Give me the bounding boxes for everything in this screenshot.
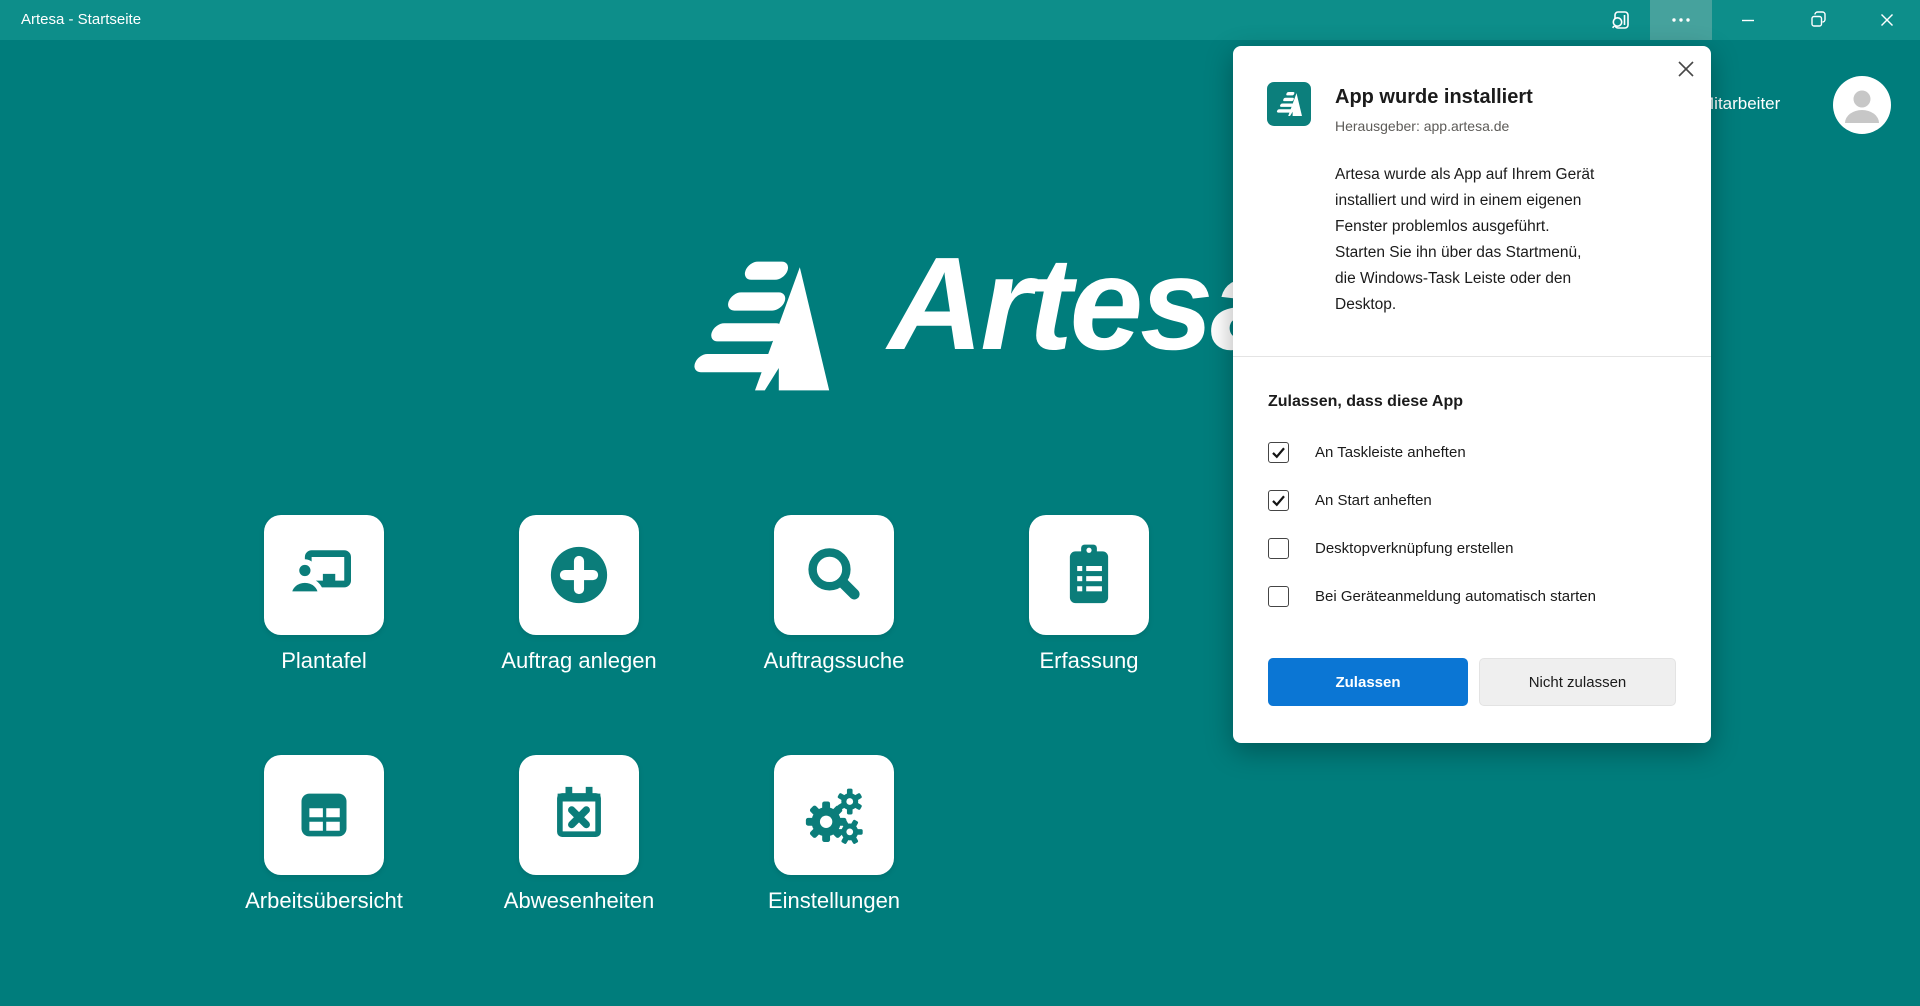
add-circle-icon xyxy=(543,539,615,611)
avatar[interactable] xyxy=(1833,76,1891,134)
dialog-section-heading: Zulassen, dass diese App xyxy=(1268,393,1463,411)
option-autostart[interactable]: Bei Geräteanmeldung automatisch starten xyxy=(1268,581,1596,611)
option-label: Desktopverknüpfung erstellen xyxy=(1315,540,1513,557)
dialog-publisher: Herausgeber: app.artesa.de xyxy=(1335,118,1533,134)
minimize-icon xyxy=(1736,8,1760,32)
tile-auftragssuche-button[interactable] xyxy=(774,515,894,635)
close-icon xyxy=(1676,59,1696,79)
restore-icon xyxy=(1806,8,1830,32)
tile-erfassung: Erfassung xyxy=(969,515,1209,674)
deny-button[interactable]: Nicht zulassen xyxy=(1479,658,1676,706)
tile-einstellungen-button[interactable] xyxy=(774,755,894,875)
checkbox[interactable] xyxy=(1268,538,1289,559)
app-window: Artesa - Startseite xyxy=(0,0,1920,1006)
checkbox[interactable] xyxy=(1268,490,1289,511)
app-installed-dialog: App wurde installiert Herausgeber: app.a… xyxy=(1233,46,1711,743)
person-icon xyxy=(1833,76,1891,134)
checkbox[interactable] xyxy=(1268,586,1289,607)
allow-button[interactable]: Zulassen xyxy=(1268,658,1468,706)
tile-plantafel-button[interactable] xyxy=(264,515,384,635)
checkmark-icon xyxy=(1270,444,1287,461)
option-desktop-shortcut[interactable]: Desktopverknüpfung erstellen xyxy=(1268,533,1596,563)
search-in-app-icon xyxy=(1607,7,1633,33)
option-pin-start[interactable]: An Start anheften xyxy=(1268,485,1596,515)
calendar-x-icon xyxy=(543,779,615,851)
window-title: Artesa - Startseite xyxy=(21,0,141,40)
table-grid-icon xyxy=(288,779,360,851)
dialog-options: An Taskleiste anheften An Start anheften… xyxy=(1268,437,1596,629)
tile-auftrag-anlegen: Auftrag anlegen xyxy=(459,515,699,674)
app-logo: Artesa xyxy=(692,250,1281,402)
more-options-icon xyxy=(1669,8,1693,32)
search-in-app-button[interactable] xyxy=(1596,0,1644,40)
option-label: An Taskleiste anheften xyxy=(1315,444,1466,461)
titlebar: Artesa - Startseite xyxy=(0,0,1920,40)
tile-abwesenheiten: Abwesenheiten xyxy=(459,755,699,914)
tile-arbeitsuebersicht: Arbeitsübersicht xyxy=(204,755,444,914)
tile-abwesenheiten-button[interactable] xyxy=(519,755,639,875)
dialog-title: App wurde installiert xyxy=(1335,86,1533,109)
option-pin-taskbar[interactable]: An Taskleiste anheften xyxy=(1268,437,1596,467)
checkbox[interactable] xyxy=(1268,442,1289,463)
dialog-header: App wurde installiert Herausgeber: app.a… xyxy=(1267,82,1533,134)
dialog-body-text: Artesa wurde als App auf Ihrem Gerät ins… xyxy=(1335,162,1685,318)
window-close-button[interactable] xyxy=(1854,0,1920,40)
dialog-divider xyxy=(1233,356,1711,357)
clipboard-list-icon xyxy=(1053,539,1125,611)
tile-label: Abwesenheiten xyxy=(459,888,699,914)
option-label: An Start anheften xyxy=(1315,492,1432,509)
user-role-label[interactable]: Mitarbeiter xyxy=(1700,94,1815,114)
app-logo-text: Artesa xyxy=(888,228,1281,379)
tile-label: Erfassung xyxy=(969,648,1209,674)
tile-label: Auftragssuche xyxy=(714,648,954,674)
dialog-close-button[interactable] xyxy=(1675,58,1697,80)
option-label: Bei Geräteanmeldung automatisch starten xyxy=(1315,588,1596,605)
tile-auftrag-anlegen-button[interactable] xyxy=(519,515,639,635)
artesa-app-icon xyxy=(1267,82,1311,126)
tile-label: Arbeitsübersicht xyxy=(204,888,444,914)
tile-label: Plantafel xyxy=(204,648,444,674)
presentation-board-icon xyxy=(288,539,360,611)
restore-button[interactable] xyxy=(1784,0,1852,40)
artesa-logo-icon xyxy=(1276,91,1303,117)
tile-plantafel: Plantafel xyxy=(204,515,444,674)
tile-label: Auftrag anlegen xyxy=(459,648,699,674)
tile-label: Einstellungen xyxy=(714,888,954,914)
tile-auftragssuche: Auftragssuche xyxy=(714,515,954,674)
more-options-button[interactable] xyxy=(1650,0,1712,40)
minimize-button[interactable] xyxy=(1714,0,1782,40)
tile-arbeitsuebersicht-button[interactable] xyxy=(264,755,384,875)
close-icon xyxy=(1875,8,1899,32)
checkmark-icon xyxy=(1270,492,1287,509)
artesa-logo-icon xyxy=(692,250,832,402)
tile-erfassung-button[interactable] xyxy=(1029,515,1149,635)
search-icon xyxy=(798,539,870,611)
gears-icon xyxy=(798,779,870,851)
tile-einstellungen: Einstellungen xyxy=(714,755,954,914)
